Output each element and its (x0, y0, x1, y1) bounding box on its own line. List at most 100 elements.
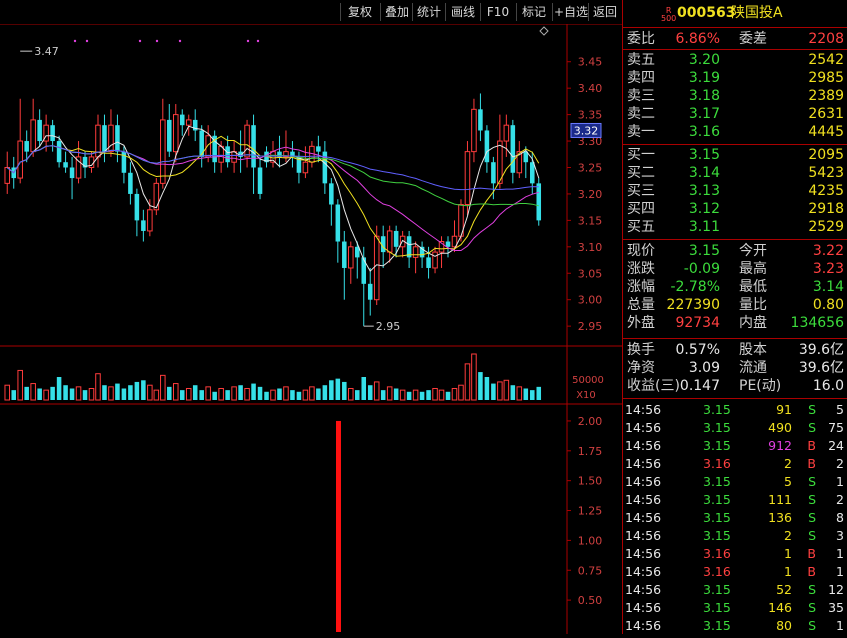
kline-chart[interactable]: 3.45 3.40 3.35 3.30 3.25 3.20 3.15 3.10 3.05 3.00… (0, 23, 622, 634)
tick-bs: S (808, 600, 816, 615)
volume-bar (257, 386, 263, 400)
volume-bar (43, 389, 49, 401)
volume-bar (497, 381, 503, 401)
tick-row: 14:56 3.16 1 B 1 (625, 545, 846, 563)
volume-bar (290, 390, 295, 400)
volume-bar (419, 391, 425, 400)
indicator-tick-label: 1.00 (578, 534, 603, 547)
candle-body (393, 230, 399, 247)
quote-panel: R 500 000563 陕国投A 委比 6.86% 委差 2208 卖五 3.20 254… (622, 0, 847, 634)
tick-time: 14:56 (625, 510, 662, 525)
tick-vol: 1 (784, 546, 792, 561)
tick-price: 3.15 (703, 420, 731, 435)
tick-row: 14:56 3.15 80 S 1 (625, 617, 846, 635)
price-tick-label: 3.40 (578, 82, 603, 95)
volume-bar (510, 385, 516, 400)
volume-bar (393, 388, 399, 400)
quote-label: 最高 (739, 261, 767, 277)
volume-bar (316, 388, 321, 400)
indicator-bar (336, 420, 341, 632)
candle-body (491, 162, 496, 184)
volume-bar (451, 388, 458, 401)
tick-price: 3.15 (703, 600, 731, 615)
bid-price: 3.11 (688, 219, 720, 235)
tick-price: 3.15 (703, 474, 731, 489)
bid-volume: 2918 (808, 201, 844, 217)
candle-body (50, 125, 55, 142)
volume-bar (63, 385, 68, 400)
volume-bar (309, 386, 315, 401)
volume-bar (173, 383, 179, 401)
volume-bar (82, 390, 88, 400)
tick-time: 14:56 (625, 420, 662, 435)
candle-body (17, 140, 23, 179)
tick-n: 1 (836, 474, 844, 489)
quote-value: 92734 (675, 315, 720, 331)
candle-body (478, 109, 483, 131)
tick-row: 14:56 3.15 146 S 35 (625, 599, 846, 617)
volume-bar (50, 386, 55, 400)
tick-vol: 490 (768, 420, 792, 435)
volume-bar (516, 386, 523, 401)
bid-label: 买五 (627, 219, 655, 235)
volume-bar (445, 391, 451, 400)
tick-time: 14:56 (625, 528, 662, 543)
stock-header: R 500 000563 陕国投A (625, 4, 846, 26)
indicator-tick-label: 1.50 (578, 475, 603, 488)
fuquan-button[interactable]: 复权 (340, 3, 379, 21)
tick-price: 3.15 (703, 402, 731, 417)
price-tick-label: 3.45 (578, 56, 603, 69)
tick-bs: S (808, 618, 816, 633)
volume-bar (141, 380, 146, 400)
fund-value: 39.6亿 (798, 342, 844, 358)
candle-body (108, 124, 114, 153)
indicator-tick-label: 1.25 (578, 505, 603, 518)
volume-bar (212, 391, 217, 400)
tick-price: 3.15 (703, 510, 731, 525)
volume-bar (471, 353, 477, 401)
volume-bar (147, 384, 153, 401)
fund-value: 0.147 (679, 378, 720, 394)
volume-bar (302, 389, 309, 401)
candle-body (536, 183, 542, 221)
quote-value: -2.78% (670, 279, 720, 295)
f10-button[interactable]: F10 (480, 3, 515, 21)
add-watchlist-button[interactable]: +自选 (552, 3, 589, 21)
volume-bar (386, 386, 393, 401)
tick-row: 14:56 3.15 5 S 1 (625, 473, 846, 491)
current-price-label: 3.32 (574, 124, 599, 137)
quote-value: 3.15 (688, 243, 720, 259)
mark-button[interactable]: 标记 (516, 3, 551, 21)
draw-line-button[interactable]: 画线 (445, 3, 480, 21)
tick-vol: 146 (768, 600, 792, 615)
tick-time: 14:56 (625, 402, 662, 417)
bid-price: 3.12 (688, 201, 720, 217)
back-button[interactable]: 返回 (588, 3, 621, 21)
overlay-button[interactable]: 叠加 (380, 3, 413, 21)
candle-body (141, 220, 146, 231)
volume-axis-label: 50000 (572, 375, 604, 386)
volume-bar (115, 383, 120, 400)
bid-price: 3.15 (688, 147, 720, 163)
volume-bar (121, 388, 127, 400)
candle-body (4, 166, 11, 184)
quote-row: 涨跌 -0.09 最高 3.23 (625, 260, 846, 278)
volume-bar (185, 388, 192, 401)
fund-label: 净资 (627, 360, 655, 376)
indicator-tick-label: 2.00 (578, 415, 603, 428)
volume-bar (11, 390, 16, 400)
bid-volume: 2095 (808, 147, 844, 163)
tick-vol: 2 (784, 528, 792, 543)
volume-bar (329, 380, 334, 400)
tick-time: 14:56 (625, 546, 662, 561)
volume-bar (367, 385, 373, 400)
stats-button[interactable]: 统计 (412, 3, 445, 21)
ask-label: 卖五 (627, 52, 655, 68)
volume-bar (412, 389, 419, 401)
candle-body (37, 119, 42, 142)
price-tick-label: 3.25 (578, 161, 603, 174)
bid-row: 买四 3.12 2918 (625, 200, 846, 218)
fundamental-row: 收益(三) 0.147 PE(动) 16.0 (625, 377, 846, 395)
ask-volume: 2985 (808, 70, 844, 86)
quote-row: 外盘 92734 内盘 134656 (625, 314, 846, 332)
